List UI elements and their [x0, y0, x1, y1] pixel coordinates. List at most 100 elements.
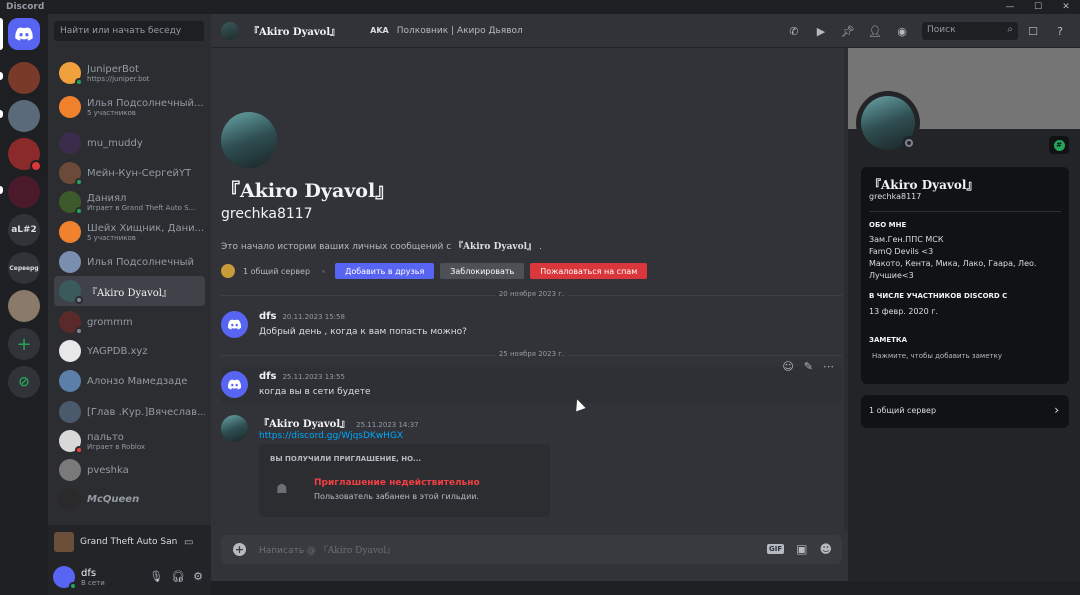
server-icon[interactable]: Серверg: [8, 252, 40, 284]
add-server-icon[interactable]: +: [8, 328, 40, 360]
common-servers-row[interactable]: 1 общий сервер ›: [861, 395, 1069, 428]
discord-logo-icon: [227, 319, 242, 330]
message-author[interactable]: 『Akiro Dyavol』: [259, 415, 350, 430]
message-timestamp: 25.11.2023 13:55: [282, 373, 345, 381]
status-indicator-icon: [75, 296, 83, 304]
sticker-icon[interactable]: ▣: [796, 542, 807, 556]
dm-name: Шейх Хищник, Дани...: [87, 222, 205, 234]
date-divider: 20 ноября 2023 г.: [221, 290, 842, 298]
dm-item[interactable]: mu_muddy: [54, 128, 205, 158]
dm-item[interactable]: grommm: [54, 307, 205, 337]
add-reaction-icon[interactable]: ☺: [782, 360, 793, 373]
add-friends-to-dm-icon[interactable]: 👤︎: [868, 24, 882, 38]
message-timestamp: 20.11.2023 15:58: [282, 313, 345, 321]
server-icon[interactable]: aL#2: [8, 214, 40, 246]
edit-icon[interactable]: ✎: [804, 360, 813, 373]
server-rail: aL#2 Серверg + ⊘: [0, 14, 48, 581]
emoji-icon[interactable]: ☻: [819, 542, 832, 556]
invite-title: Приглашение недействительно: [314, 478, 480, 488]
dm-avatar: [59, 280, 83, 304]
status-indicator-icon: [75, 446, 83, 454]
user-avatar[interactable]: [53, 566, 77, 590]
dm-item[interactable]: JuniperBot https://juniper.bot: [54, 58, 205, 88]
dm-item[interactable]: Илья Подсолнечный... 5 участников: [54, 92, 205, 122]
user-profile-icon[interactable]: ◉: [895, 24, 909, 38]
author-avatar[interactable]: [221, 371, 248, 398]
dm-item[interactable]: Мейн-Кун-СергейYT: [54, 158, 205, 188]
dm-item[interactable]: Алонзо Мамедзаде: [54, 366, 205, 396]
user-status: В сети: [81, 578, 105, 587]
minimize-icon[interactable]: —: [996, 0, 1024, 14]
attach-plus-icon[interactable]: +: [233, 543, 246, 556]
dm-item[interactable]: Илья Подсолнечный: [54, 247, 205, 277]
explore-icon[interactable]: ⊘: [8, 366, 40, 398]
header-search-input[interactable]: Поиск ⌕: [922, 22, 1018, 40]
dm-item[interactable]: Даниял Играет в Grand Theft Auto S...: [54, 187, 205, 217]
voice-call-icon[interactable]: ✆: [787, 24, 801, 38]
composer-placeholder[interactable]: Написать @ 『Akiro Dyavol』: [259, 543, 395, 556]
screen-share-icon[interactable]: ▭: [184, 537, 193, 548]
dm-avatar: [59, 401, 81, 423]
message-composer[interactable]: + Написать @ 『Akiro Dyavol』 GIF ▣ ☻: [221, 535, 842, 564]
status-indicator-icon: [75, 178, 83, 186]
message-author[interactable]: dfs: [259, 371, 276, 382]
home-button[interactable]: [8, 18, 40, 50]
dm-name: Илья Подсолнечный: [87, 256, 195, 268]
profile-badge[interactable]: #: [1049, 136, 1069, 154]
header-name[interactable]: 『Akiro Dyavol』: [249, 23, 340, 38]
dm-item[interactable]: 『Akiro Dyavol』: [54, 276, 205, 306]
message-author[interactable]: dfs: [259, 311, 276, 322]
report-spam-button[interactable]: Пожаловаться на спам: [530, 263, 648, 279]
dm-subtitle: 5 участников: [87, 233, 136, 242]
help-icon[interactable]: ?: [1053, 24, 1067, 38]
server-icon[interactable]: [8, 138, 42, 172]
dm-avatar: [59, 251, 81, 273]
author-avatar[interactable]: [221, 311, 248, 338]
server-icon[interactable]: [8, 62, 40, 94]
dm-item[interactable]: YAGPDB.xyz: [54, 336, 205, 366]
dm-item[interactable]: pveshka: [54, 455, 205, 485]
app-title: Discord: [6, 2, 45, 12]
server-icon[interactable]: [8, 176, 40, 208]
profile-panel: # 『Akiro Dyavol』 grechka8117 ОБО МНЕ Зам…: [848, 48, 1080, 581]
profile-display-name: 『Akiro Dyavol』: [869, 178, 979, 192]
close-icon[interactable]: ✕: [1052, 0, 1080, 14]
pinned-messages-icon[interactable]: 📌︎: [841, 24, 855, 38]
dm-avatar: [59, 430, 83, 454]
common-servers-link[interactable]: 1 общий сервер: [243, 267, 310, 276]
dm-item[interactable]: McQueen: [54, 484, 205, 514]
more-options-icon[interactable]: ⋯: [823, 360, 834, 373]
settings-gear-icon[interactable]: ⚙: [193, 570, 203, 583]
activity-panel[interactable]: Grand Theft Auto San ... ▭: [48, 525, 211, 559]
dm-item[interactable]: пальто Играет в Roblox: [54, 426, 205, 456]
author-avatar[interactable]: [221, 415, 248, 442]
microphone-icon[interactable]: 🎙︎: [149, 570, 163, 583]
block-button[interactable]: Заблокировать: [440, 263, 525, 279]
dm-search-input[interactable]: Найти или начать беседу: [54, 21, 204, 41]
dm-name: Мейн-Кун-СергейYT: [87, 167, 192, 179]
note-input[interactable]: Нажмите, чтобы добавить заметку: [872, 352, 1002, 360]
server-icon[interactable]: [8, 100, 40, 132]
dm-name: [Глав .Кур.]Вячеслав...: [87, 406, 205, 418]
maximize-icon[interactable]: ☐: [1024, 0, 1052, 14]
headphones-icon[interactable]: 🎧︎: [171, 570, 185, 583]
video-call-icon[interactable]: ▶: [814, 24, 828, 38]
message-link[interactable]: https://discord.gg/WjqsDKwHGX: [259, 431, 403, 441]
server-icon[interactable]: [8, 290, 40, 322]
gif-button[interactable]: GIF: [767, 544, 785, 554]
dm-avatar: [59, 370, 81, 392]
add-friend-button[interactable]: Добавить в друзья: [335, 263, 435, 279]
dm-avatar: [59, 221, 81, 243]
profile-username: grechka8117: [869, 192, 922, 201]
dm-list: JuniperBot https://juniper.bot Илья Подсол…: [48, 58, 211, 520]
member-since-title: В ЧИСЛЕ УЧАСТНИКОВ DISCORD С: [869, 292, 1008, 300]
dm-name: Алонзо Мамедзаде: [87, 375, 188, 387]
dm-item[interactable]: Шейх Хищник, Дани... 5 участников: [54, 217, 205, 247]
note-title: ЗАМЕТКА: [869, 336, 908, 344]
status-indicator-icon: [75, 207, 83, 215]
dm-item[interactable]: [Глав .Кур.]Вячеслав...: [54, 397, 205, 427]
unread-indicator: [0, 186, 3, 194]
common-server-icon: [221, 264, 235, 278]
dm-name: mu_muddy: [87, 137, 143, 149]
inbox-icon[interactable]: ☐: [1026, 24, 1040, 38]
